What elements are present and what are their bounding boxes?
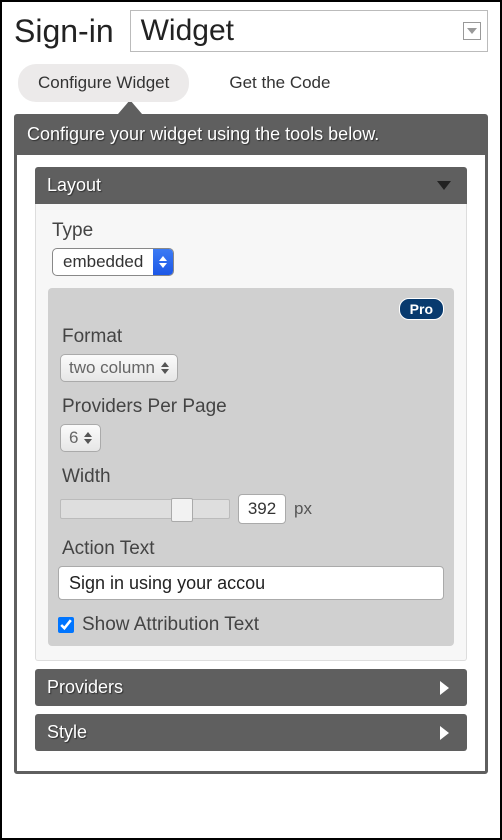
pro-badge: Pro bbox=[399, 298, 444, 320]
action-text-label: Action Text bbox=[62, 538, 444, 560]
chevron-down-icon bbox=[463, 22, 481, 40]
format-value: two column bbox=[69, 358, 155, 378]
accordion-layout: Layout Type embedded Pro Format two colu… bbox=[35, 167, 467, 661]
stepper-icon bbox=[161, 362, 169, 374]
accordion-providers-header[interactable]: Providers bbox=[35, 669, 467, 706]
page-title: Sign-in bbox=[14, 13, 114, 50]
tab-configure-widget[interactable]: Configure Widget bbox=[18, 64, 189, 102]
accordion-providers-title: Providers bbox=[47, 677, 123, 698]
type-value: embedded bbox=[53, 252, 153, 272]
format-label: Format bbox=[62, 326, 444, 348]
accordion-style-title: Style bbox=[47, 722, 87, 743]
pro-feature-group: Pro Format two column Providers Per Page… bbox=[48, 288, 454, 646]
width-unit: px bbox=[294, 499, 312, 519]
providers-per-page-select[interactable]: 6 bbox=[60, 424, 101, 452]
chevron-right-icon bbox=[440, 726, 449, 740]
widget-type-select[interactable]: Widget bbox=[130, 10, 488, 52]
action-text-input[interactable] bbox=[58, 566, 444, 600]
chevron-down-icon bbox=[437, 181, 451, 190]
stepper-icon bbox=[153, 248, 173, 276]
slider-thumb[interactable] bbox=[171, 498, 193, 522]
widget-type-value: Widget bbox=[141, 14, 234, 48]
width-input[interactable] bbox=[238, 494, 286, 524]
type-label: Type bbox=[52, 220, 454, 242]
panel-intro: Configure your widget using the tools be… bbox=[17, 117, 485, 155]
chevron-right-icon bbox=[440, 681, 449, 695]
tab-pointer-icon bbox=[118, 100, 142, 114]
tab-get-the-code[interactable]: Get the Code bbox=[209, 64, 350, 102]
show-attribution-label: Show Attribution Text bbox=[82, 614, 259, 636]
width-label: Width bbox=[62, 466, 444, 488]
type-select[interactable]: embedded bbox=[52, 248, 174, 276]
width-slider[interactable] bbox=[60, 499, 230, 519]
providers-per-page-label: Providers Per Page bbox=[62, 396, 444, 418]
format-select[interactable]: two column bbox=[60, 354, 178, 382]
accordion-layout-title: Layout bbox=[47, 175, 101, 196]
accordion-layout-header[interactable]: Layout bbox=[35, 167, 467, 204]
accordion-layout-content: Type embedded Pro Format two column Prov… bbox=[35, 204, 467, 661]
accordion-style: Style bbox=[35, 714, 467, 751]
accordion-style-header[interactable]: Style bbox=[35, 714, 467, 751]
accordion-providers: Providers bbox=[35, 669, 467, 706]
providers-per-page-value: 6 bbox=[69, 428, 78, 448]
show-attribution-checkbox[interactable] bbox=[58, 617, 74, 633]
stepper-icon bbox=[84, 432, 92, 444]
